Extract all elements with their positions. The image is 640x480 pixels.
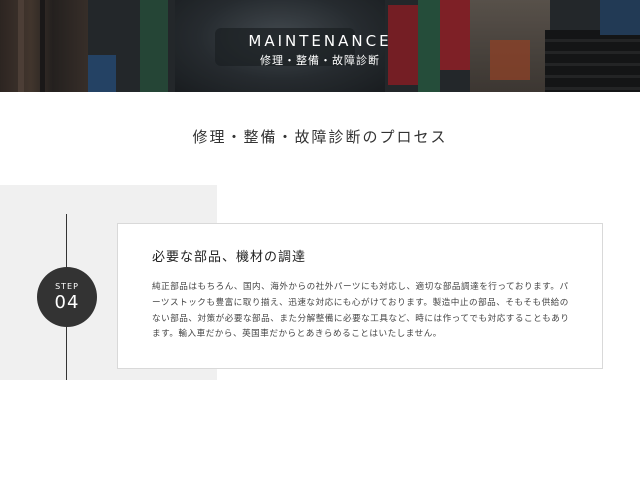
section-title: 修理・整備・故障診断のプロセス: [192, 128, 448, 146]
step-title: 必要な部品、機材の調達: [152, 250, 307, 265]
hero-title: MAINTENANCE: [248, 32, 392, 50]
step-description: 純正部品はもちろん、国内、海外からの社外パーツにも対応し、適切な部品調達を行って…: [152, 282, 570, 340]
hero-subtitle: 修理・整備・故障診断: [260, 54, 380, 67]
hero-banner: MAINTENANCE 修理・整備・故障診断: [0, 0, 640, 92]
step-label: STEP: [55, 282, 79, 291]
step-number: 04: [54, 292, 80, 313]
step-card: 必要な部品、機材の調達 純正部品はもちろん、国内、海外からの社外パーツにも対応し…: [117, 223, 603, 369]
step-badge: STEP 04: [37, 267, 97, 327]
